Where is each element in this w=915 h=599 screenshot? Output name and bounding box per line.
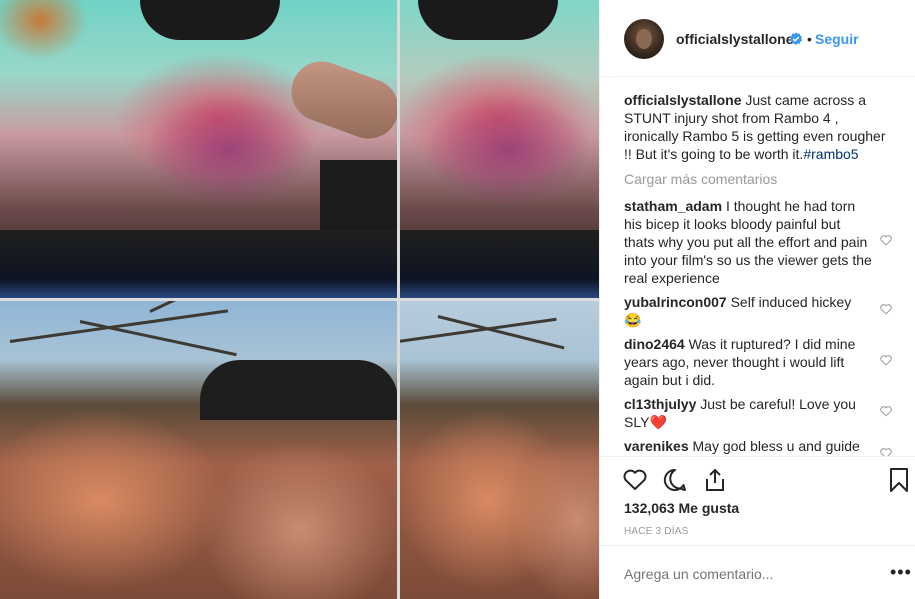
- comment-text: May god bless u and guide: [692, 438, 860, 454]
- post-caption: officialslystallone Just came across a S…: [624, 91, 896, 163]
- caption-username[interactable]: officialslystallone: [624, 92, 741, 108]
- separator-dot: •: [807, 31, 812, 47]
- action-bar: [600, 456, 915, 492]
- comment-username[interactable]: cl13thjulyy: [624, 396, 696, 412]
- verified-badge-icon: [790, 32, 802, 45]
- red-heart-emoji-icon: ❤️: [649, 414, 667, 430]
- comment-item: statham_adam I thought he had torn his b…: [624, 197, 872, 287]
- share-icon[interactable]: [702, 467, 728, 493]
- comment-text: Self induced hickey: [730, 294, 852, 310]
- media-tile-top-left: [0, 0, 398, 300]
- add-comment-bar: •••: [600, 545, 915, 599]
- comment-item: dino2464 Was it ruptured? I did mine yea…: [624, 335, 872, 389]
- post-media[interactable]: [0, 0, 599, 599]
- media-tile-bottom-right: [398, 300, 599, 599]
- likes-count[interactable]: 132,063 Me gusta: [624, 500, 739, 516]
- media-tile-top-right: [398, 0, 599, 300]
- avatar[interactable]: [624, 19, 664, 59]
- like-comment-heart-icon[interactable]: [880, 447, 892, 456]
- comment-username[interactable]: statham_adam: [624, 198, 722, 214]
- comment-username[interactable]: dino2464: [624, 336, 685, 352]
- comment-item: varenikes May god bless u and guide: [624, 437, 872, 455]
- like-comment-heart-icon[interactable]: [880, 354, 892, 366]
- comments-list[interactable]: officialslystallone Just came across a S…: [624, 77, 899, 456]
- like-heart-icon[interactable]: [622, 467, 648, 493]
- post-timestamp[interactable]: HACE 3 DÍAS: [624, 526, 688, 537]
- comment-item: yubalrincon007 Self induced hickey 😂: [624, 293, 872, 329]
- like-comment-heart-icon[interactable]: [880, 405, 892, 417]
- comment-username[interactable]: varenikes: [624, 438, 689, 454]
- like-comment-heart-icon[interactable]: [880, 303, 892, 315]
- like-comment-heart-icon[interactable]: [880, 234, 892, 246]
- comment-username[interactable]: yubalrincon007: [624, 294, 727, 310]
- post-header: officialslystallone • Seguir: [600, 0, 915, 77]
- header-username[interactable]: officialslystallone: [676, 31, 793, 47]
- media-tile-bottom-left: [0, 300, 398, 599]
- follow-button[interactable]: Seguir: [815, 31, 859, 47]
- bookmark-icon[interactable]: [886, 467, 912, 493]
- instagram-post-modal: officialslystallone • Seguir officialsly…: [0, 0, 915, 599]
- laughing-emoji-icon: 😂: [624, 312, 642, 328]
- comment-icon[interactable]: [662, 467, 688, 493]
- add-comment-input[interactable]: [624, 566, 864, 582]
- caption-hashtag[interactable]: #rambo5: [803, 146, 858, 162]
- more-options-icon[interactable]: •••: [890, 562, 912, 583]
- comment-item: cl13thjulyy Just be careful! Love you SL…: [624, 395, 872, 431]
- load-more-comments-button[interactable]: Cargar más comentarios: [624, 171, 777, 187]
- post-sidebar: officialslystallone • Seguir officialsly…: [599, 0, 915, 599]
